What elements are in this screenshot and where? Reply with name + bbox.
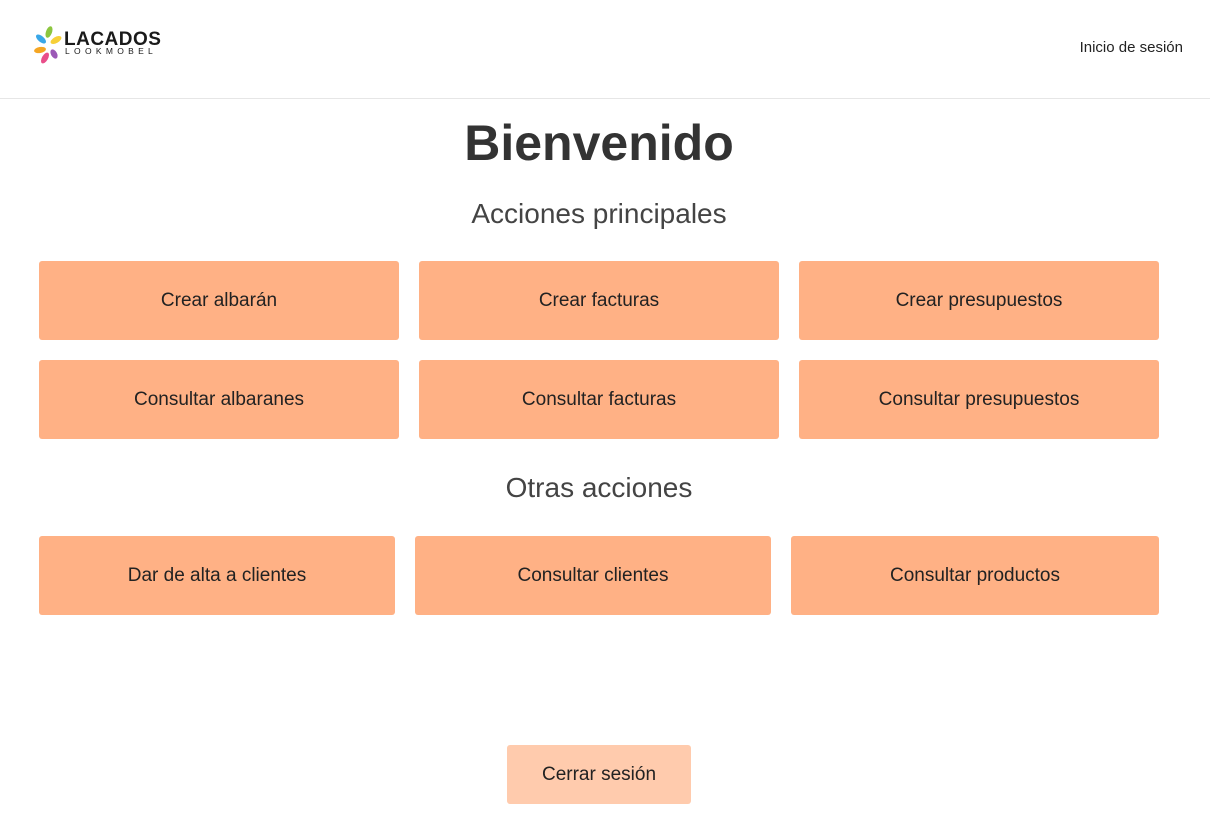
create-delivery-note-button[interactable]: Crear albarán [39,261,399,340]
view-delivery-notes-button[interactable]: Consultar albaranes [39,360,399,439]
view-products-button[interactable]: Consultar productos [791,536,1159,615]
page-title: Bienvenido [464,115,734,171]
login-link[interactable]: Inicio de sesión [1080,39,1183,57]
create-invoices-button[interactable]: Crear facturas [419,261,779,340]
view-clients-button[interactable]: Consultar clientes [415,536,771,615]
create-quotes-button[interactable]: Crear presupuestos [799,261,1159,340]
view-invoices-button[interactable]: Consultar facturas [419,360,779,439]
view-quotes-button[interactable]: Consultar presupuestos [799,360,1159,439]
main-actions-title: Acciones principales [471,198,727,229]
logout-button[interactable]: Cerrar sesión [507,745,691,804]
header: LACADOS LOOKMOBEL Inicio de sesión [0,0,1210,99]
brand-tagline: LOOKMOBEL [65,46,158,56]
other-actions-title: Otras acciones [505,472,693,503]
add-client-button[interactable]: Dar de alta a clientes [39,536,395,615]
logo-petals-icon [34,26,62,64]
brand-logo[interactable]: LACADOS LOOKMOBEL [34,26,179,68]
